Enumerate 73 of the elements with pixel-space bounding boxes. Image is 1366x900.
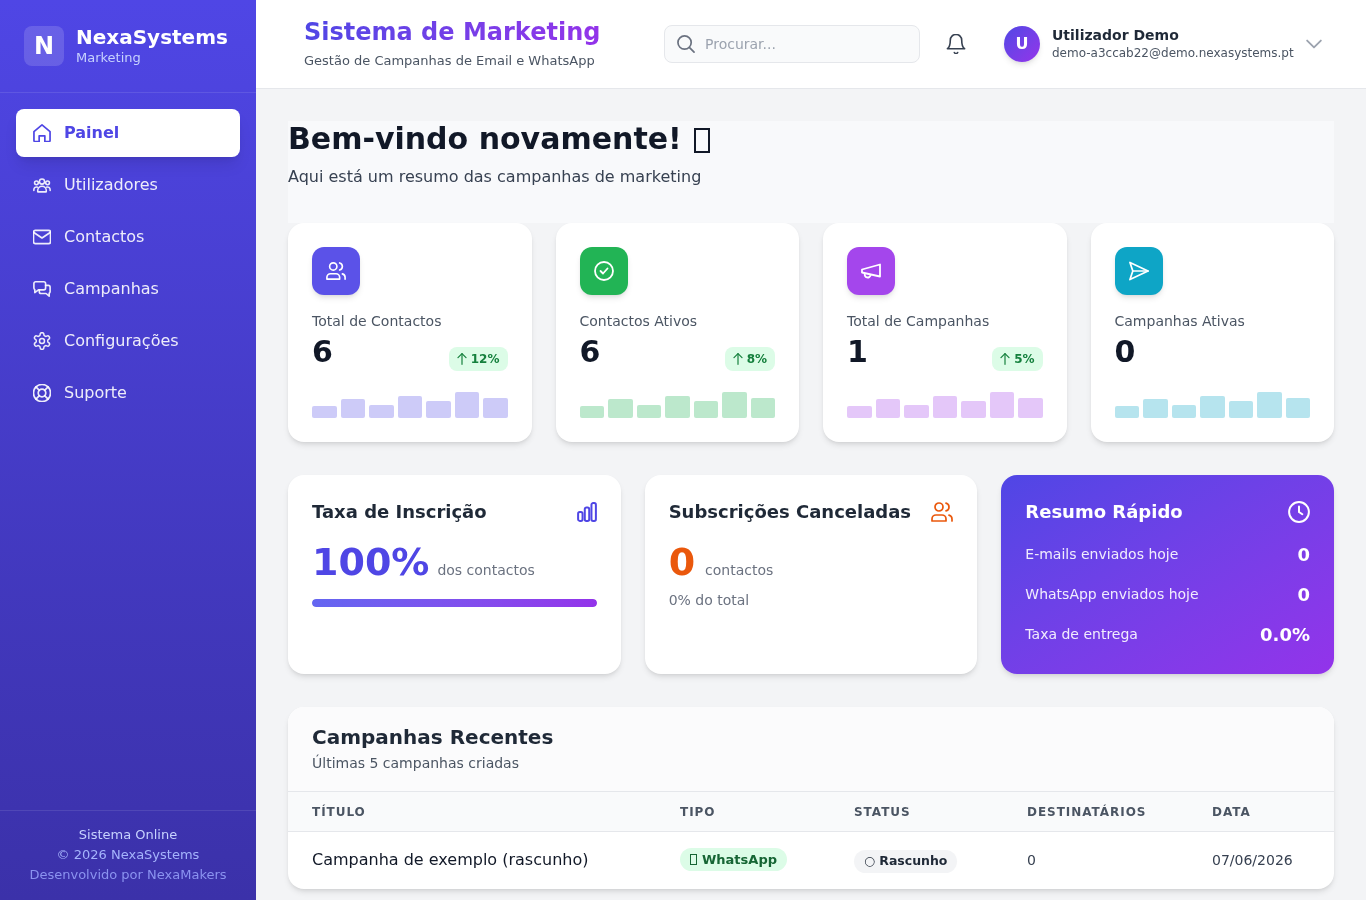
users-group-icon (33, 176, 51, 194)
column-header: TIPO (656, 791, 830, 832)
stat-label: Campanhas Ativas (1114, 312, 1246, 331)
summary-label: WhatsApp enviados hoje (1025, 584, 1199, 604)
welcome-heading: Bem-vindo novamente! (288, 121, 682, 157)
users-icon (931, 501, 954, 523)
summary-label: E-mails enviados hoje (1025, 544, 1179, 564)
trend-percentage: 5% (1014, 351, 1035, 368)
stat-value: 6 (579, 334, 601, 370)
section-subtitle: Últimas 5 campanhas criadas (312, 753, 520, 773)
table-cell: 07/06/2026 (1188, 831, 1334, 889)
missing-glyph-icon (693, 128, 710, 153)
sidebar-item[interactable]: Utilizadores (16, 161, 240, 209)
lifebuoy-icon (33, 384, 51, 402)
page-subtitle: Gestão de Campanhas de Email e WhatsApp (304, 52, 595, 70)
footer-text: Sistema Online (78, 826, 178, 844)
sidebar-item[interactable]: Contactos (16, 213, 240, 261)
user-name: Utilizador Demo (1052, 26, 1179, 44)
search-icon (677, 35, 695, 53)
cancelled-count: 0 (668, 540, 696, 584)
column-header: STATUS (830, 791, 1003, 832)
summary-value: 0 (1297, 582, 1310, 607)
search-field[interactable]: Procurar... (664, 25, 920, 63)
user-avatar[interactable]: U (1004, 26, 1040, 62)
notifications-button[interactable] (946, 34, 966, 54)
campaign-type-label: WhatsApp (702, 851, 777, 869)
logo-tile: N (24, 26, 64, 66)
stat-value: 0 (1114, 334, 1136, 370)
card-title: Resumo Rápido (1025, 500, 1183, 524)
table-cell: Campanha de exemplo (rascunho) (288, 831, 656, 889)
gear-icon (33, 332, 51, 350)
summary-value: 0.0% (1260, 622, 1310, 647)
user-email: demo-a3ccab22@demo.nexasystems.pt (1052, 45, 1294, 62)
trend-percentage: 8% (746, 351, 767, 368)
missing-glyph-icon (690, 854, 697, 866)
stat-label: Total de Contactos (312, 312, 443, 331)
table-cell: 0 (1003, 831, 1188, 889)
stat-label: Contactos Ativos (579, 312, 699, 331)
arrow-up-icon (1000, 353, 1011, 365)
bell-icon (946, 34, 966, 54)
footer-text: © 2026 NexaSystems (56, 846, 200, 864)
footer-text: Desenvolvido por NexaMakers (29, 866, 227, 884)
chat-bubbles-icon (33, 280, 51, 298)
stat-value: 6 (312, 334, 333, 370)
sidebar-item[interactable]: Campanhas (16, 265, 240, 313)
arrow-up-icon (456, 353, 467, 365)
trend-percentage: 12% (470, 351, 500, 368)
rate-value: 100% (312, 540, 430, 584)
count-caption: contactos (705, 561, 774, 580)
share-note: 0% do total (668, 591, 751, 610)
summary-value: 0 (1297, 542, 1310, 567)
sidebar-item[interactable]: Configurações (16, 317, 240, 365)
column-header: TÍTULO (288, 791, 656, 832)
sidebar-item[interactable]: Painel (16, 109, 240, 157)
sidebar-item[interactable]: Suporte (16, 369, 240, 417)
card-title: Subscrições Canceladas (668, 500, 912, 524)
clock-icon (1288, 501, 1310, 523)
home-icon (33, 124, 51, 142)
bar-chart-icon (576, 502, 597, 522)
column-header: DATA (1188, 791, 1334, 832)
section-title: Campanhas Recentes (312, 724, 555, 751)
stat-value: 1 (847, 334, 868, 370)
mail-icon (33, 228, 51, 246)
brand-subtitle: Marketing (76, 49, 141, 67)
arrow-up-icon (732, 353, 743, 365)
stat-label: Total de Campanhas (847, 312, 991, 331)
rate-caption: dos contactos (437, 561, 535, 580)
summary-label: Taxa de entrega (1025, 624, 1138, 644)
card-title: Taxa de Inscrição (312, 500, 487, 524)
draft-status-tag: ○ Rascunho (854, 849, 958, 873)
brand-name: NexaSystems (76, 25, 228, 49)
column-header: DESTINATÁRIOS (1003, 791, 1188, 832)
welcome-subtitle: Aqui está um resumo das campanhas de marketing (288, 166, 703, 188)
